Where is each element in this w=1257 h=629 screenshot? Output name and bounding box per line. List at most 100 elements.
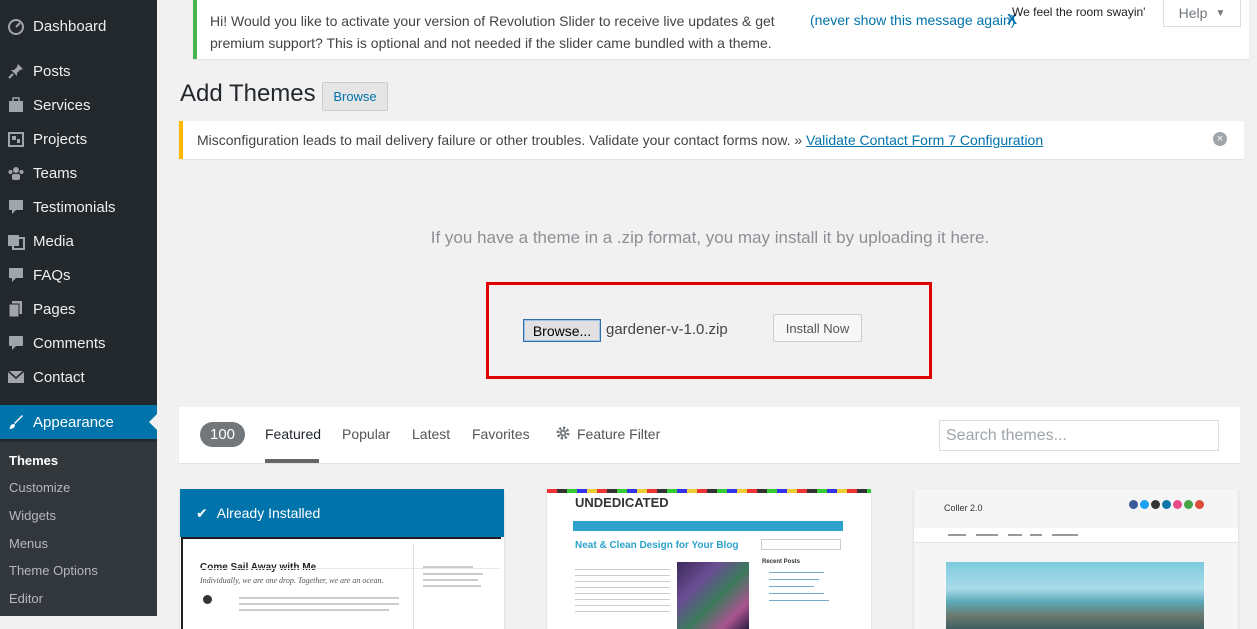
menu-label: Appearance — [33, 413, 114, 431]
text-line — [575, 593, 670, 594]
github-icon — [1151, 500, 1160, 509]
text-line — [1008, 534, 1022, 536]
browse-themes-button[interactable]: Browse — [322, 82, 388, 111]
help-label: Help — [1178, 5, 1208, 21]
marquee-text: We feel the room swayin' — [1012, 5, 1146, 19]
menu-label: Projects — [33, 130, 88, 148]
menu-label: FAQs — [33, 266, 71, 284]
text-line — [575, 599, 670, 600]
theme-count-badge: 100 — [200, 422, 245, 447]
theme-card-coller[interactable]: Coller 2.0 — [914, 489, 1238, 629]
text-line — [769, 579, 819, 580]
text-line — [575, 587, 670, 588]
screenshot-image — [677, 562, 749, 629]
text-line — [769, 593, 824, 594]
screenshot-recent-posts: Recent Posts — [762, 559, 801, 565]
menu-projects[interactable]: Projects — [0, 122, 157, 156]
menu-services[interactable]: Services — [0, 88, 157, 122]
avatar — [203, 595, 212, 604]
menu-label: Services — [33, 96, 91, 114]
tab-popular[interactable]: Popular — [342, 426, 390, 442]
screenshot-search-box — [761, 539, 841, 550]
text-line — [575, 575, 670, 576]
vine-icon — [1184, 500, 1193, 509]
twitter-icon — [1140, 500, 1149, 509]
help-button[interactable]: Help ▼ — [1163, 0, 1241, 27]
menu-label: Contact — [33, 368, 85, 386]
install-now-button[interactable]: Install Now — [773, 314, 862, 342]
menu-label: Pages — [33, 300, 76, 318]
menu-contact[interactable]: Contact — [0, 360, 157, 394]
search-themes-input[interactable] — [939, 420, 1219, 451]
theme-card-installed[interactable]: ✔ Already Installed Come Sail Away with … — [180, 489, 504, 629]
media-icon — [6, 231, 26, 251]
tab-latest[interactable]: Latest — [412, 426, 450, 442]
decorative-stripes — [547, 489, 871, 493]
text-line — [423, 566, 473, 568]
text-line — [423, 579, 478, 581]
menu-teams[interactable]: Teams — [0, 156, 157, 190]
submenu-widgets[interactable]: Widgets — [9, 508, 56, 523]
cf7-notice-text: Misconfiguration leads to mail delivery … — [197, 132, 1043, 148]
dismiss-icon[interactable]: × — [1213, 132, 1227, 146]
divider — [200, 568, 500, 569]
text-line — [239, 609, 389, 611]
linkedin-icon — [1162, 500, 1171, 509]
text-line — [1030, 534, 1042, 536]
submenu-themes[interactable]: Themes — [9, 453, 58, 468]
text-line — [239, 603, 399, 605]
text-line — [423, 573, 483, 575]
text-line — [575, 581, 670, 582]
submenu-menus[interactable]: Menus — [9, 536, 48, 551]
menu-posts[interactable]: Posts — [0, 54, 157, 88]
appearance-submenu: Themes Customize Widgets Menus Theme Opt… — [0, 442, 157, 616]
admin-sidebar: Dashboard Posts Services Projects Teams … — [0, 0, 157, 616]
menu-faqs[interactable]: FAQs — [0, 258, 157, 292]
feature-filter-link[interactable]: Feature Filter — [577, 426, 660, 442]
pages-icon — [6, 299, 26, 319]
text-line — [976, 534, 998, 536]
menu-testimonials[interactable]: Testimonials — [0, 190, 157, 224]
file-browse-button[interactable]: Browse... — [523, 319, 601, 342]
screenshot-subtitle: Individually, we are one drop. Together,… — [200, 576, 384, 585]
comment-icon — [6, 197, 26, 217]
selected-file-name: gardener-v-1.0.zip — [606, 321, 728, 338]
menu-label: Teams — [33, 164, 78, 182]
upload-form: Browse... gardener-v-1.0.zip Install Now — [486, 282, 932, 379]
menu-dashboard[interactable]: Dashboard — [0, 9, 157, 43]
menu-pages[interactable]: Pages — [0, 292, 157, 326]
theme-card-undedicated[interactable]: UNDEDICATED Neat & Clean Design for Your… — [547, 489, 871, 629]
menu-appearance[interactable]: Appearance — [0, 405, 157, 439]
text-line — [423, 585, 481, 587]
validate-cf7-link[interactable]: Validate Contact Form 7 Configuration — [806, 132, 1043, 148]
googleplus-icon — [1195, 500, 1204, 509]
caret-down-icon: ▼ — [1215, 7, 1226, 19]
pin-icon — [6, 61, 26, 81]
never-show-link[interactable]: (never show this message again) — [810, 12, 1015, 28]
submenu-editor[interactable]: Editor — [9, 591, 43, 606]
comments-icon — [6, 333, 26, 353]
already-installed-banner: ✔ Already Installed — [180, 489, 504, 537]
gear-icon[interactable] — [555, 425, 571, 441]
theme-screenshot: Coller 2.0 — [914, 489, 1238, 629]
text-line — [769, 572, 824, 573]
screenshot-title: Coller 2.0 — [944, 503, 983, 513]
screenshot-title: UNDEDICATED — [575, 495, 669, 510]
dashboard-icon — [6, 16, 26, 36]
revslider-notice-text: Hi! Would you like to activate your vers… — [210, 13, 775, 51]
text-line — [575, 605, 670, 606]
faq-icon — [6, 265, 26, 285]
briefcase-icon — [6, 95, 26, 115]
submenu-theme-options[interactable]: Theme Options — [9, 563, 98, 578]
cf7-notice: Misconfiguration leads to mail delivery … — [179, 121, 1244, 159]
text-line — [575, 611, 670, 612]
tab-favorites[interactable]: Favorites — [472, 426, 530, 442]
cf7-message: Misconfiguration leads to mail delivery … — [197, 132, 807, 148]
menu-media[interactable]: Media — [0, 224, 157, 258]
dribbble-icon — [1173, 500, 1182, 509]
theme-filter-bar: 100 Featured Popular Latest Favorites Fe… — [179, 407, 1240, 463]
submenu-customize[interactable]: Customize — [9, 480, 70, 495]
menu-comments[interactable]: Comments — [0, 326, 157, 360]
text-line — [769, 600, 829, 601]
tab-featured[interactable]: Featured — [265, 426, 321, 442]
